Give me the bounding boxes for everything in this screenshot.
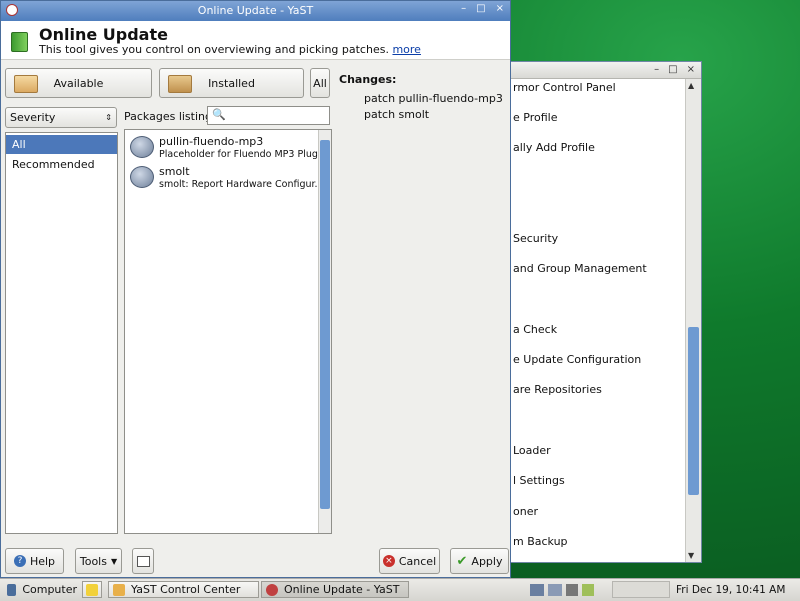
- packages-listing-label: Packages listing:: [124, 110, 216, 123]
- changes-title: Changes:: [339, 73, 397, 86]
- cancel-icon: ×: [382, 555, 395, 567]
- computer-label: Computer: [22, 583, 77, 596]
- module-item[interactable]: Security: [513, 232, 558, 245]
- log-icon: [136, 555, 150, 567]
- package-list-scrollbar[interactable]: [318, 130, 331, 533]
- package-installed-icon: [168, 75, 192, 93]
- module-item[interactable]: a Check: [513, 323, 557, 336]
- change-item: patch smolt: [364, 108, 430, 121]
- module-item[interactable]: and Group Management: [513, 262, 647, 275]
- window-titlebar[interactable]: Online Update - YaST – □ ×: [1, 1, 510, 21]
- installed-label: Installed: [208, 76, 255, 90]
- package-list: pullin-fluendo-mp3 Placeholder for Fluen…: [124, 129, 332, 534]
- taskbar: Computer YaST Control Center Online Upda…: [0, 578, 800, 601]
- package-row[interactable]: smolt smolt: Report Hardware Configur...: [127, 162, 319, 192]
- online-update-window: Online Update - YaST – □ × Online Update…: [0, 0, 511, 578]
- all-button[interactable]: All: [310, 68, 330, 98]
- system-tray: [530, 581, 610, 598]
- close-icon[interactable]: ×: [687, 64, 695, 75]
- package-description: Placeholder for Fluendo MP3 Plugin: [159, 149, 319, 160]
- severity-dropdown[interactable]: Severity ⇕: [5, 107, 117, 128]
- module-list: rmor Control Panel e Profile ally Add Pr…: [501, 79, 685, 562]
- installed-button[interactable]: Installed: [159, 68, 304, 98]
- clock[interactable]: Fri Dec 19, 10:41 AM: [676, 584, 785, 596]
- available-label: Available: [53, 76, 104, 90]
- log-button[interactable]: [132, 548, 154, 574]
- tools-button[interactable]: Tools ▼: [75, 548, 122, 574]
- task-online-update[interactable]: Online Update - YaST: [261, 581, 409, 598]
- package-name: pullin-fluendo-mp3: [159, 135, 264, 148]
- module-item[interactable]: e Update Configuration: [513, 353, 641, 366]
- window-title: Online Update - YaST: [197, 4, 314, 17]
- package-name: smolt: [159, 165, 190, 178]
- volume-icon[interactable]: [566, 583, 578, 596]
- module-item[interactable]: l Settings: [513, 474, 565, 487]
- page-title: Online Update: [39, 25, 168, 44]
- filter-item-all[interactable]: All: [6, 135, 117, 154]
- filter-item-recommended[interactable]: Recommended: [6, 155, 117, 174]
- help-icon: ?: [13, 555, 26, 567]
- module-item[interactable]: m Backup: [513, 535, 568, 548]
- minimize-icon[interactable]: –: [654, 64, 659, 75]
- search-icon: 🔍: [212, 108, 226, 121]
- description-text: This tool gives you control on overviewi…: [39, 43, 389, 56]
- module-item[interactable]: are Repositories: [513, 383, 602, 396]
- task-label: Online Update - YaST: [284, 583, 400, 596]
- yast-control-center-window: – □ × rmor Control Panel e Profile ally …: [500, 61, 702, 563]
- dialog-header: Online Update This tool gives you contro…: [1, 21, 510, 60]
- minimize-icon[interactable]: –: [461, 3, 466, 14]
- network-icon[interactable]: [530, 583, 544, 596]
- online-update-icon: [11, 32, 28, 52]
- package-search-input[interactable]: 🔍: [207, 106, 330, 125]
- scroll-up-icon[interactable]: ▲: [688, 81, 694, 90]
- package-row[interactable]: pullin-fluendo-mp3 Placeholder for Fluen…: [127, 132, 319, 162]
- module-list-scrollbar[interactable]: ▲ ▼: [685, 79, 701, 562]
- scrollbar-thumb[interactable]: [320, 140, 330, 509]
- module-item[interactable]: rmor Control Panel: [513, 81, 616, 94]
- tools-label: Tools: [79, 554, 107, 568]
- notes-icon: [86, 583, 98, 596]
- dropdown-arrows-icon: ⇕: [105, 113, 112, 122]
- chevron-down-icon: ▼: [110, 556, 118, 566]
- page-description: This tool gives you control on overviewi…: [39, 43, 421, 56]
- checkmark-icon: ✔: [456, 553, 468, 569]
- yast-icon: [113, 583, 125, 596]
- background-window-titlebar: – □ ×: [501, 62, 701, 79]
- more-link[interactable]: more: [392, 43, 421, 56]
- filter-list: All Recommended: [5, 132, 118, 534]
- cancel-button[interactable]: × Cancel: [379, 548, 440, 574]
- apply-button[interactable]: ✔ Apply: [450, 548, 509, 574]
- online-update-task-icon: [266, 583, 278, 596]
- task-yast-control-center[interactable]: YaST Control Center: [108, 581, 259, 598]
- task-label: YaST Control Center: [131, 583, 241, 596]
- notes-launcher[interactable]: [82, 581, 102, 598]
- computer-icon: [7, 583, 17, 596]
- available-button[interactable]: Available: [5, 68, 152, 98]
- module-item[interactable]: Loader: [513, 444, 551, 457]
- display-icon[interactable]: [548, 583, 562, 596]
- module-item[interactable]: ally Add Profile: [513, 141, 595, 154]
- severity-dropdown-value: Severity: [10, 111, 56, 124]
- maximize-icon[interactable]: □: [476, 3, 485, 14]
- all-label: All: [313, 76, 327, 90]
- patch-icon: [130, 166, 154, 188]
- help-label: Help: [29, 554, 56, 568]
- apply-label: Apply: [471, 554, 503, 568]
- computer-menu-button[interactable]: Computer: [2, 581, 78, 598]
- scroll-down-icon[interactable]: ▼: [688, 551, 694, 560]
- module-item[interactable]: oner: [513, 505, 538, 518]
- workspace-switcher[interactable]: [612, 581, 670, 598]
- package-add-icon: [14, 75, 38, 93]
- package-description: smolt: Report Hardware Configur...: [159, 179, 319, 190]
- scrollbar-thumb[interactable]: [688, 327, 699, 495]
- help-button[interactable]: ? Help: [5, 548, 64, 574]
- module-item[interactable]: e Profile: [513, 111, 557, 124]
- battery-icon[interactable]: [582, 583, 594, 596]
- patch-icon: [130, 136, 154, 158]
- change-item: patch pullin-fluendo-mp3: [364, 92, 503, 105]
- maximize-icon[interactable]: □: [668, 64, 677, 75]
- cancel-label: Cancel: [398, 554, 437, 568]
- close-icon[interactable]: ×: [496, 3, 504, 14]
